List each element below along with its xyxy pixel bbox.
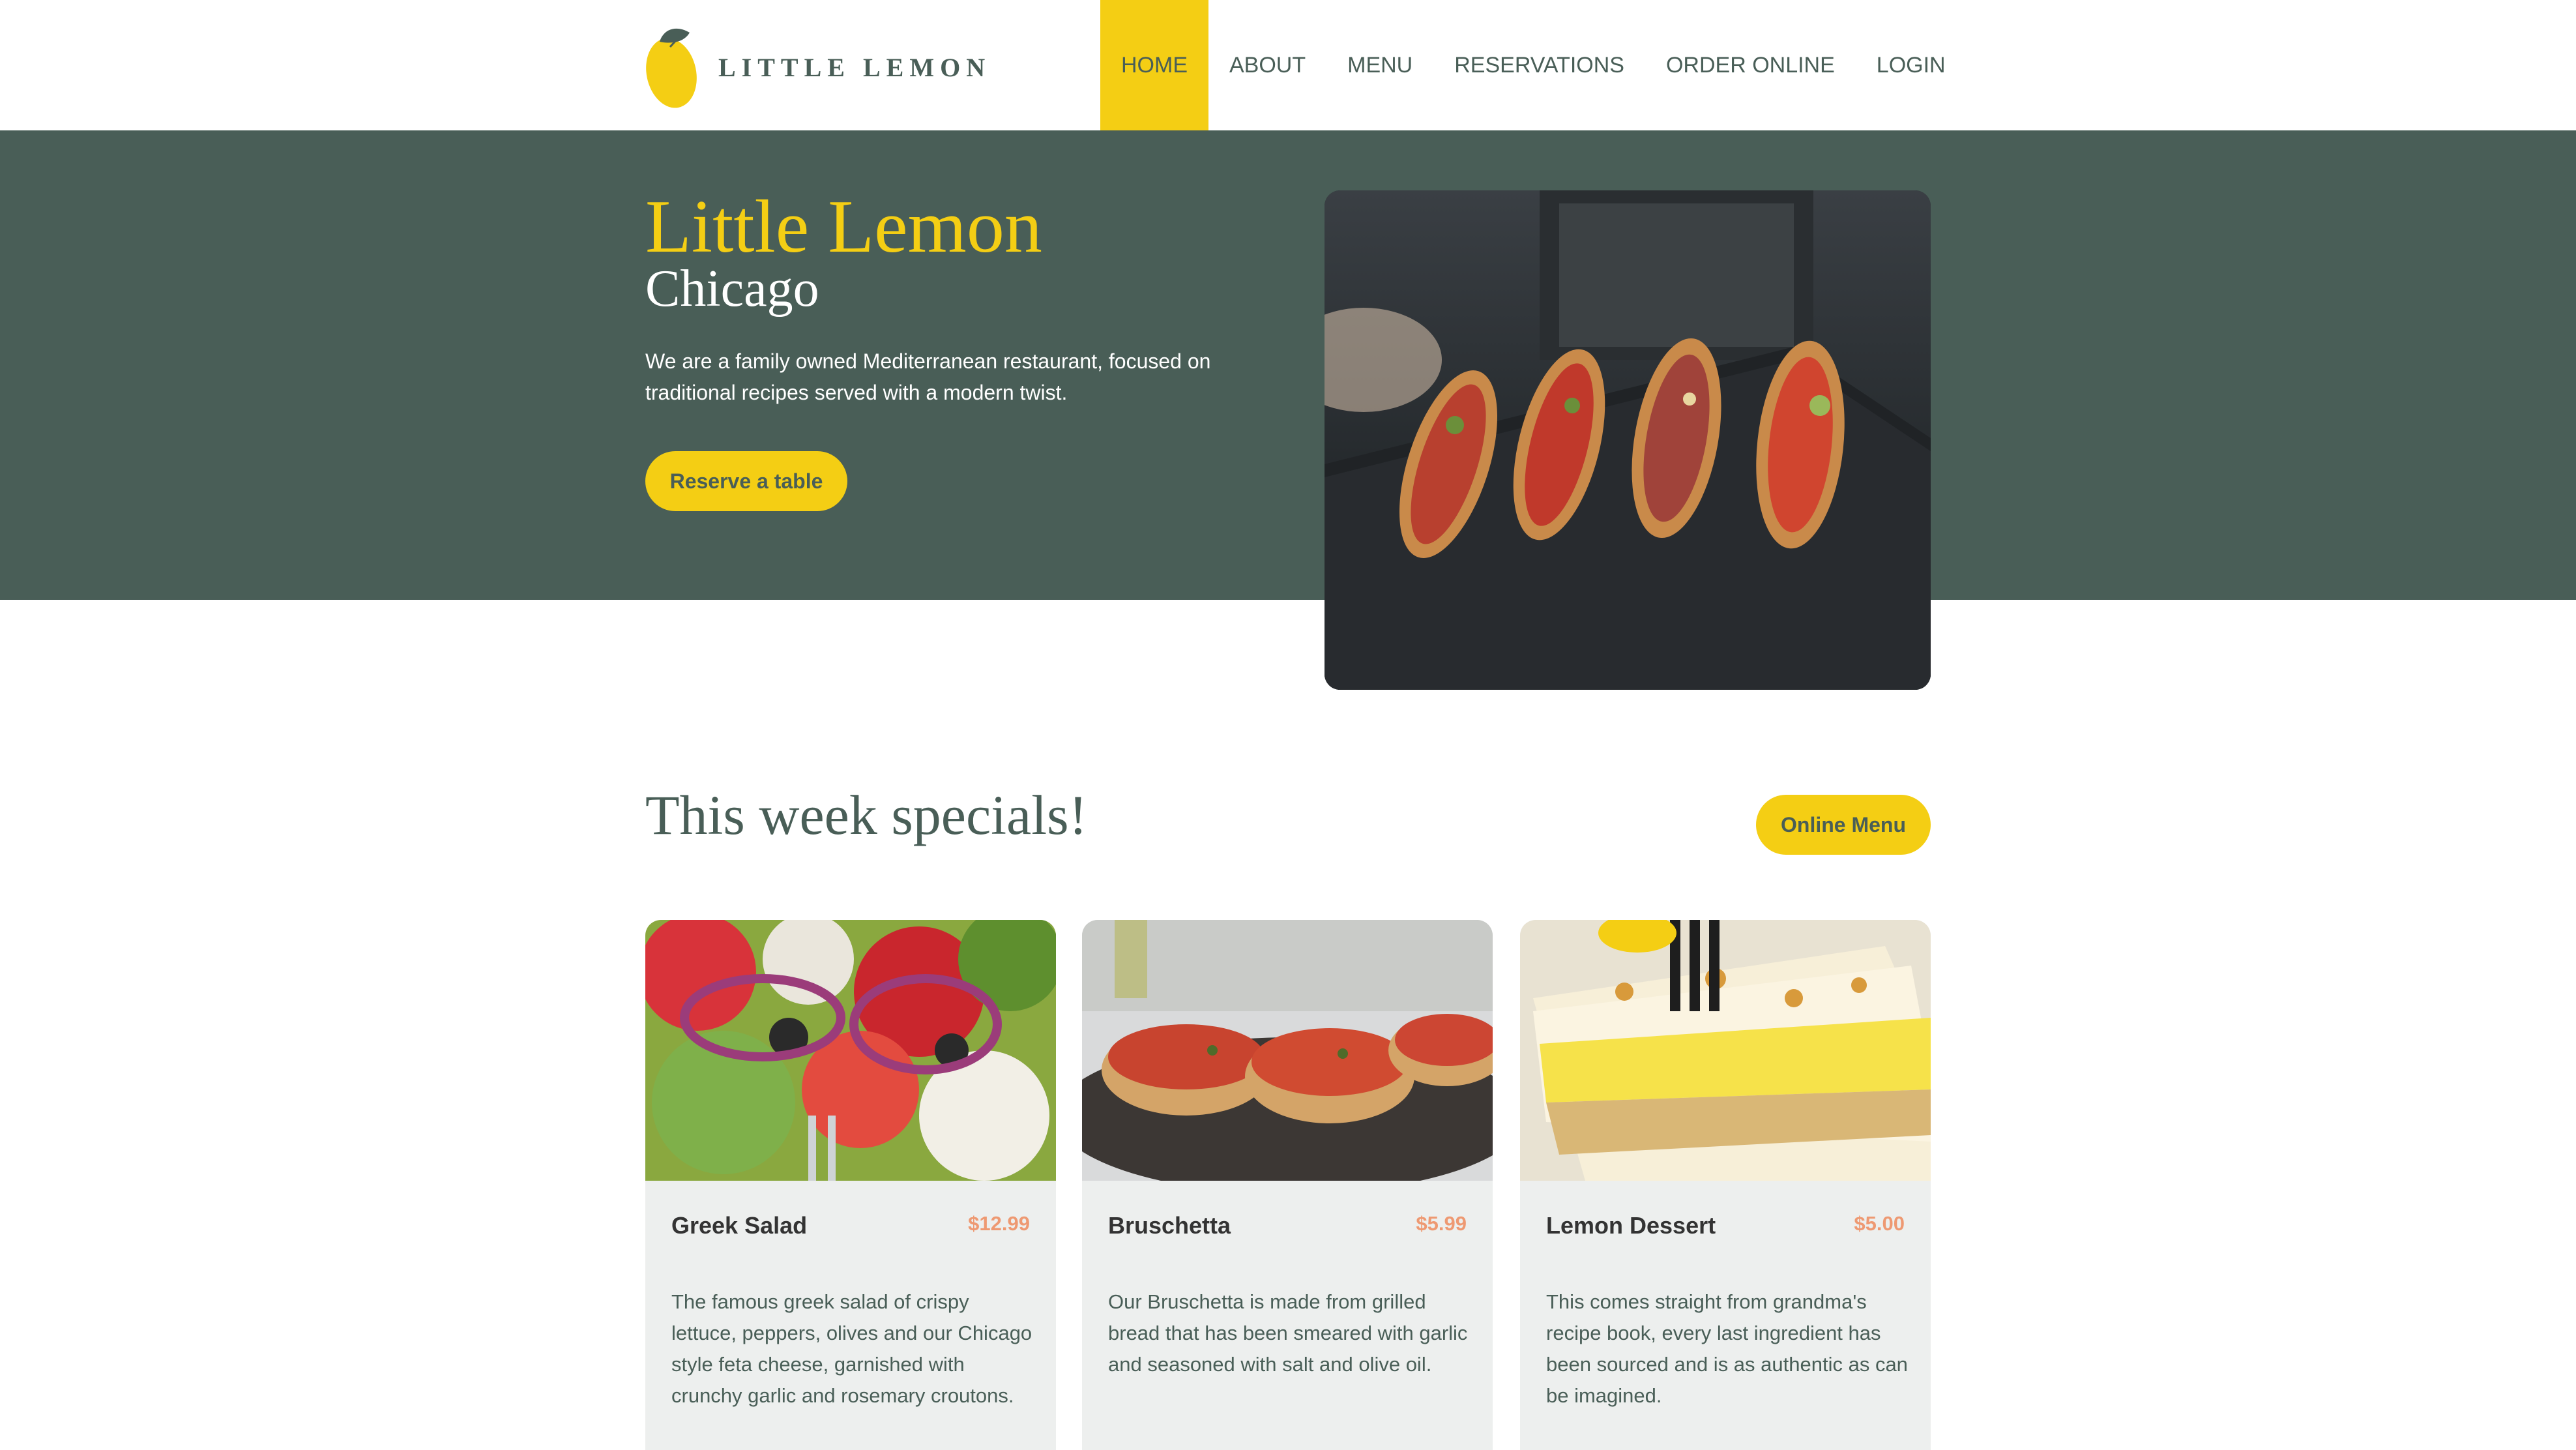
special-description: The famous greek salad of crispy lettuce…: [671, 1290, 1032, 1407]
hero-title: Little Lemon: [645, 185, 1042, 269]
nav-home[interactable]: HOME: [1100, 0, 1208, 130]
online-menu-button[interactable]: Online Menu: [1756, 795, 1931, 855]
nav-order-online[interactable]: ORDER ONLINE: [1645, 0, 1856, 130]
special-price: $12.99: [968, 1212, 1030, 1235]
greek-salad-image: [645, 920, 1056, 1181]
reserve-table-button[interactable]: Reserve a table: [645, 451, 847, 511]
hero-subtitle: Chicago: [645, 260, 819, 318]
special-description: This comes straight from grandma's recip…: [1546, 1290, 1908, 1407]
special-name: Bruschetta: [1108, 1212, 1231, 1239]
special-card-bruschetta[interactable]: Bruschetta $5.99 Our Bruschetta is made …: [1082, 920, 1493, 1450]
site-header: LITTLE LEMON HOME ABOUT MENU RESERVATION…: [0, 0, 2576, 130]
hero-image: [1325, 190, 1931, 690]
special-name: Greek Salad: [671, 1212, 808, 1239]
hero-description: We are a family owned Mediterranean rest…: [645, 349, 1211, 404]
lemon-dessert-image: [1520, 920, 1931, 1181]
special-description: Our Bruschetta is made from grilled brea…: [1108, 1290, 1468, 1376]
special-card-greek-salad[interactable]: Greek Salad $12.99 The famous greek sala…: [645, 920, 1056, 1450]
special-price: $5.99: [1416, 1212, 1467, 1235]
nav-menu[interactable]: MENU: [1326, 0, 1433, 130]
specials-title: This week specials!: [645, 784, 1088, 846]
site-logo[interactable]: LITTLE LEMON: [644, 18, 985, 112]
hero-banner: [0, 130, 2576, 600]
nav-login[interactable]: LOGIN: [1856, 0, 1967, 130]
special-card-lemon-dessert[interactable]: Lemon Dessert $5.00 This comes straight …: [1520, 920, 1931, 1450]
logo-wordmark: LITTLE LEMON: [718, 53, 991, 82]
special-name: Lemon Dessert: [1546, 1212, 1716, 1239]
bruschetta-image: [1082, 920, 1493, 1194]
main-nav: HOME ABOUT MENU RESERVATIONS ORDER ONLIN…: [1100, 0, 1967, 130]
special-price: $5.00: [1854, 1212, 1905, 1235]
nav-reservations[interactable]: RESERVATIONS: [1433, 0, 1645, 130]
lemon-logo-icon: [646, 28, 697, 108]
nav-about[interactable]: ABOUT: [1208, 0, 1326, 130]
